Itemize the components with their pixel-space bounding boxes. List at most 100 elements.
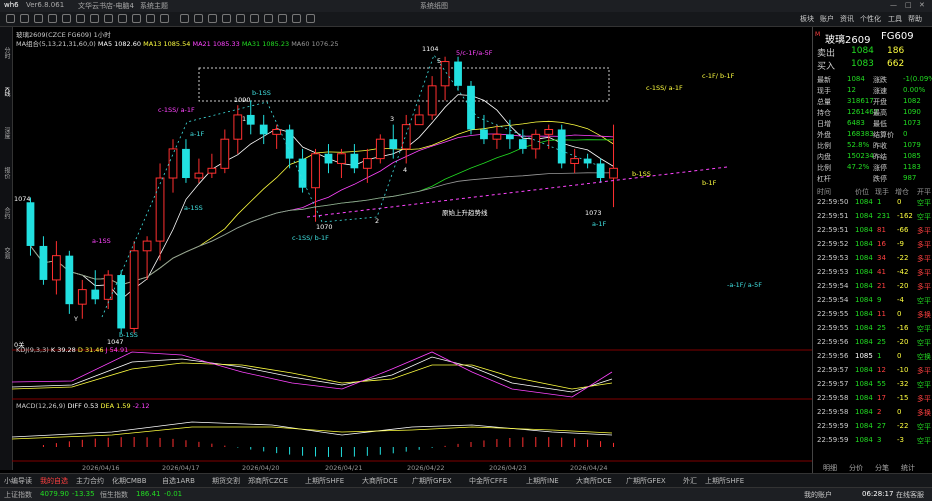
tick-cell: 1084 xyxy=(855,422,873,430)
tab-trade[interactable]: 交易 xyxy=(1,247,11,259)
back-icon[interactable] xyxy=(20,14,29,23)
kline-icon[interactable] xyxy=(76,14,85,23)
wave-label-c1ss-b1f: c-1SS/ b-1F xyxy=(292,234,329,242)
market-tab[interactable]: 上期所INE xyxy=(526,476,559,486)
news-icon[interactable] xyxy=(264,14,273,23)
market-tab[interactable]: 上期所SHFE xyxy=(305,476,344,486)
tick-cell: 多平 xyxy=(917,395,931,403)
market-tab[interactable]: 我的自选 xyxy=(40,476,68,486)
market-tab[interactable]: 外汇 xyxy=(683,476,697,486)
draw-line-icon[interactable] xyxy=(90,14,99,23)
market-tab[interactable]: 大商所DCE xyxy=(362,476,398,486)
tab-detail[interactable]: 明细 xyxy=(823,463,837,473)
home-icon[interactable] xyxy=(6,14,15,23)
kline-chart[interactable]: 玻璃2609(CZCE FG609) 1小时 MA组合(5,13,21,31,6… xyxy=(12,27,812,473)
candle-body xyxy=(401,124,411,150)
tick-row[interactable]: 22:59:55 1084 25 -16 空平 xyxy=(813,324,932,334)
market-tab[interactable]: 广期所GFEX xyxy=(626,476,666,486)
tab-quote[interactable]: 报价 xyxy=(1,167,11,179)
tab-depth[interactable]: 深度 xyxy=(1,127,11,139)
toolbar-news[interactable]: 资讯 xyxy=(840,14,854,24)
maximize-icon[interactable]: □ xyxy=(905,1,912,9)
tick-row[interactable]: 22:59:51 1084 81 -66 多平 xyxy=(813,226,932,236)
calc-icon[interactable] xyxy=(250,14,259,23)
market-tab[interactable]: 广期所GFEX xyxy=(412,476,452,486)
stat-cell: 日增 xyxy=(817,120,831,128)
zoom-in-icon[interactable] xyxy=(104,14,113,23)
tick-row[interactable]: 22:59:51 1084 231 -162 空平 xyxy=(813,212,932,222)
low-price-label: 1047 xyxy=(107,338,124,346)
tick-row[interactable]: 22:59:56 1084 25 -20 空平 xyxy=(813,338,932,348)
list-icon[interactable] xyxy=(194,14,203,23)
stat-row: 日增 6483 最低 1073 xyxy=(813,119,932,129)
toolbar-tools[interactable]: 工具 xyxy=(888,14,902,24)
candle-body xyxy=(129,250,139,329)
zoom-out-icon[interactable] xyxy=(118,14,127,23)
tick-row[interactable]: 22:59:57 1084 12 -10 多平 xyxy=(813,366,932,376)
print-icon[interactable] xyxy=(292,14,301,23)
tick-row[interactable]: 22:59:55 1084 11 0 多换 xyxy=(813,310,932,320)
layout-icon[interactable] xyxy=(160,14,169,23)
toolbar-help[interactable]: 帮助 xyxy=(908,14,922,24)
note-icon[interactable] xyxy=(278,14,287,23)
tick-cell: 空平 xyxy=(917,213,931,221)
date-label: 2026/04/17 xyxy=(162,464,200,472)
tick-row[interactable]: 22:59:50 1084 1 0 空平 xyxy=(813,198,932,208)
minute-chart-icon[interactable] xyxy=(62,14,71,23)
macd-name: MACD(12,26,9) xyxy=(16,402,66,410)
alert-icon[interactable] xyxy=(222,14,231,23)
tab-kline[interactable]: K线 xyxy=(1,87,11,97)
help-icon[interactable] xyxy=(306,14,315,23)
tick-row[interactable]: 22:59:54 1084 9 -4 空平 xyxy=(813,296,932,306)
trend-line xyxy=(306,166,728,218)
market-tab[interactable]: 大商所DCE xyxy=(576,476,612,486)
refresh-icon[interactable] xyxy=(48,14,57,23)
tick-row[interactable]: 22:59:52 1084 16 -9 多平 xyxy=(813,240,932,250)
tick-cell: 多平 xyxy=(917,241,931,249)
stat-cell: 150234 xyxy=(847,152,874,160)
online-service-button[interactable]: 在线客服 xyxy=(896,490,924,500)
tab-tick[interactable]: 分笔 xyxy=(875,463,889,473)
minimize-icon[interactable]: — xyxy=(890,1,897,9)
tick-row[interactable]: 22:59:56 1085 1 0 空换 xyxy=(813,352,932,362)
menu-item-theme[interactable]: 系统主题 xyxy=(140,1,168,11)
close-icon[interactable]: ✕ xyxy=(919,1,925,9)
tick-row[interactable]: 22:59:58 1084 17 -15 多平 xyxy=(813,394,932,404)
period-icon[interactable] xyxy=(146,14,155,23)
buy-row[interactable]: 买入 1083 662 xyxy=(813,59,932,72)
sell-row[interactable]: 卖出 1084 186 xyxy=(813,46,932,59)
grid-icon[interactable] xyxy=(180,14,189,23)
tick-row[interactable]: 22:59:53 1084 41 -42 多平 xyxy=(813,268,932,278)
market-tab[interactable]: 小编导读 xyxy=(4,476,32,486)
tick-row[interactable]: 22:59:59 1084 3 -3 空平 xyxy=(813,436,932,446)
toolbar-account[interactable]: 账户 xyxy=(820,14,834,24)
tick-row[interactable]: 22:59:59 1084 27 -22 空平 xyxy=(813,422,932,432)
market-tab[interactable]: 上期所SHFE xyxy=(705,476,744,486)
toolbar-personalize[interactable]: 个性化 xyxy=(860,14,881,24)
settings-icon[interactable] xyxy=(208,14,217,23)
candle-body xyxy=(337,153,346,164)
tab-timeshare[interactable]: 分时 xyxy=(1,47,11,59)
menu-item-bookstore[interactable]: 文华云书店-电脑4 xyxy=(78,1,134,11)
col-volume: 现手 xyxy=(875,188,889,196)
tab-contract[interactable]: 合约 xyxy=(1,207,11,219)
tick-row[interactable]: 22:59:53 1084 34 -22 多平 xyxy=(813,254,932,264)
forward-icon[interactable] xyxy=(34,14,43,23)
tick-cell: -32 xyxy=(897,380,909,388)
tick-row[interactable]: 22:59:54 1084 21 -20 多平 xyxy=(813,282,932,292)
market-tab[interactable]: 期货交割 xyxy=(212,476,240,486)
market-tab[interactable]: 自选1ARB xyxy=(162,476,195,486)
market-tab[interactable]: 中金所CFFE xyxy=(469,476,507,486)
tab-stats[interactable]: 统计 xyxy=(901,463,915,473)
indicator-icon[interactable] xyxy=(132,14,141,23)
market-tab[interactable]: 化期CMBB xyxy=(112,476,147,486)
tick-row[interactable]: 22:59:57 1084 55 -32 空平 xyxy=(813,380,932,390)
tab-price-dist[interactable]: 分价 xyxy=(849,463,863,473)
tick-cell: 22:59:53 xyxy=(817,268,849,276)
market-tab[interactable]: 主力合约 xyxy=(76,476,104,486)
toolbar-sector[interactable]: 板块 xyxy=(800,14,814,24)
tick-row[interactable]: 22:59:58 1084 2 0 多换 xyxy=(813,408,932,418)
order-icon[interactable] xyxy=(236,14,245,23)
market-tab[interactable]: 郑商所CZCE xyxy=(248,476,288,486)
my-account-button[interactable]: 我的账户 xyxy=(804,490,832,500)
